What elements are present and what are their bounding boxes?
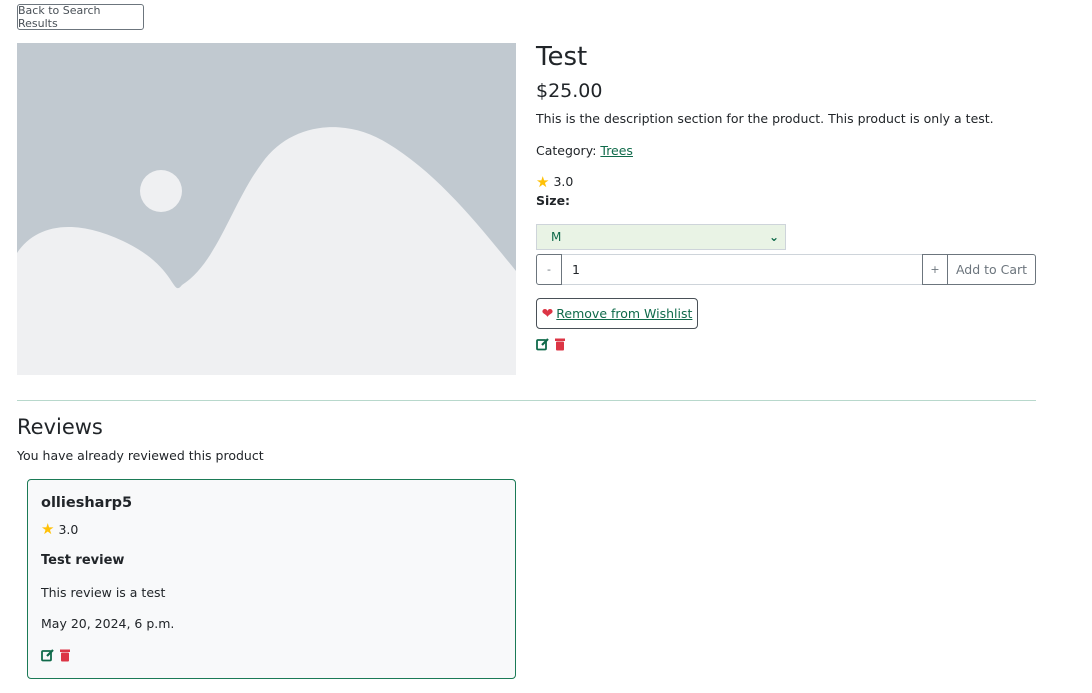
product-category: Category: Trees <box>536 142 633 160</box>
product-rating: ★ 3.0 <box>536 174 573 190</box>
rating-value: 3.0 <box>553 174 574 189</box>
category-label: Category: <box>536 143 597 158</box>
product-title: Test <box>536 42 588 72</box>
quantity-input[interactable]: 1 <box>562 254 922 285</box>
edit-review-icon[interactable] <box>41 648 55 662</box>
product-description: This is the description section for the … <box>536 111 994 126</box>
add-to-cart-button[interactable]: Add to Cart <box>948 254 1036 285</box>
delete-review-icon[interactable] <box>58 648 72 662</box>
review-card: olliesharp5 ★ 3.0 Test review This revie… <box>27 479 516 679</box>
star-icon: ★ <box>41 520 55 538</box>
chevron-down-icon: ⌄ <box>768 230 779 244</box>
wishlist-label: Remove from Wishlist <box>556 306 693 321</box>
review-actions <box>41 648 72 662</box>
category-link[interactable]: Trees <box>600 143 633 158</box>
already-reviewed-notice: You have already reviewed this product <box>17 448 264 463</box>
product-admin-actions <box>536 337 567 351</box>
heart-icon: ❤ <box>541 305 554 322</box>
review-body: This review is a test <box>41 585 166 600</box>
size-select[interactable]: M ⌄ <box>536 224 786 250</box>
edit-icon[interactable] <box>536 337 550 351</box>
review-rating: ★ 3.0 <box>41 521 78 537</box>
size-selected-value: M <box>551 230 562 244</box>
review-title: Test review <box>41 553 125 568</box>
section-divider <box>17 400 1036 401</box>
back-to-search-results-button[interactable]: Back to Search Results <box>17 4 144 30</box>
star-icon: ★ <box>536 173 550 191</box>
size-label: Size: <box>536 193 571 208</box>
quantity-stepper: - 1 + Add to Cart <box>536 254 1036 285</box>
product-price: $25.00 <box>536 80 603 102</box>
increment-button[interactable]: + <box>922 254 948 285</box>
image-placeholder-icon <box>17 43 516 375</box>
review-author: olliesharp5 <box>41 495 133 511</box>
review-date: May 20, 2024, 6 p.m. <box>41 616 175 631</box>
product-image-placeholder <box>17 43 516 375</box>
decrement-button[interactable]: - <box>536 254 562 285</box>
review-rating-value: 3.0 <box>58 521 79 537</box>
reviews-heading: Reviews <box>17 415 103 439</box>
remove-from-wishlist-button[interactable]: ❤ Remove from Wishlist <box>536 298 698 329</box>
trash-icon[interactable] <box>553 337 567 351</box>
